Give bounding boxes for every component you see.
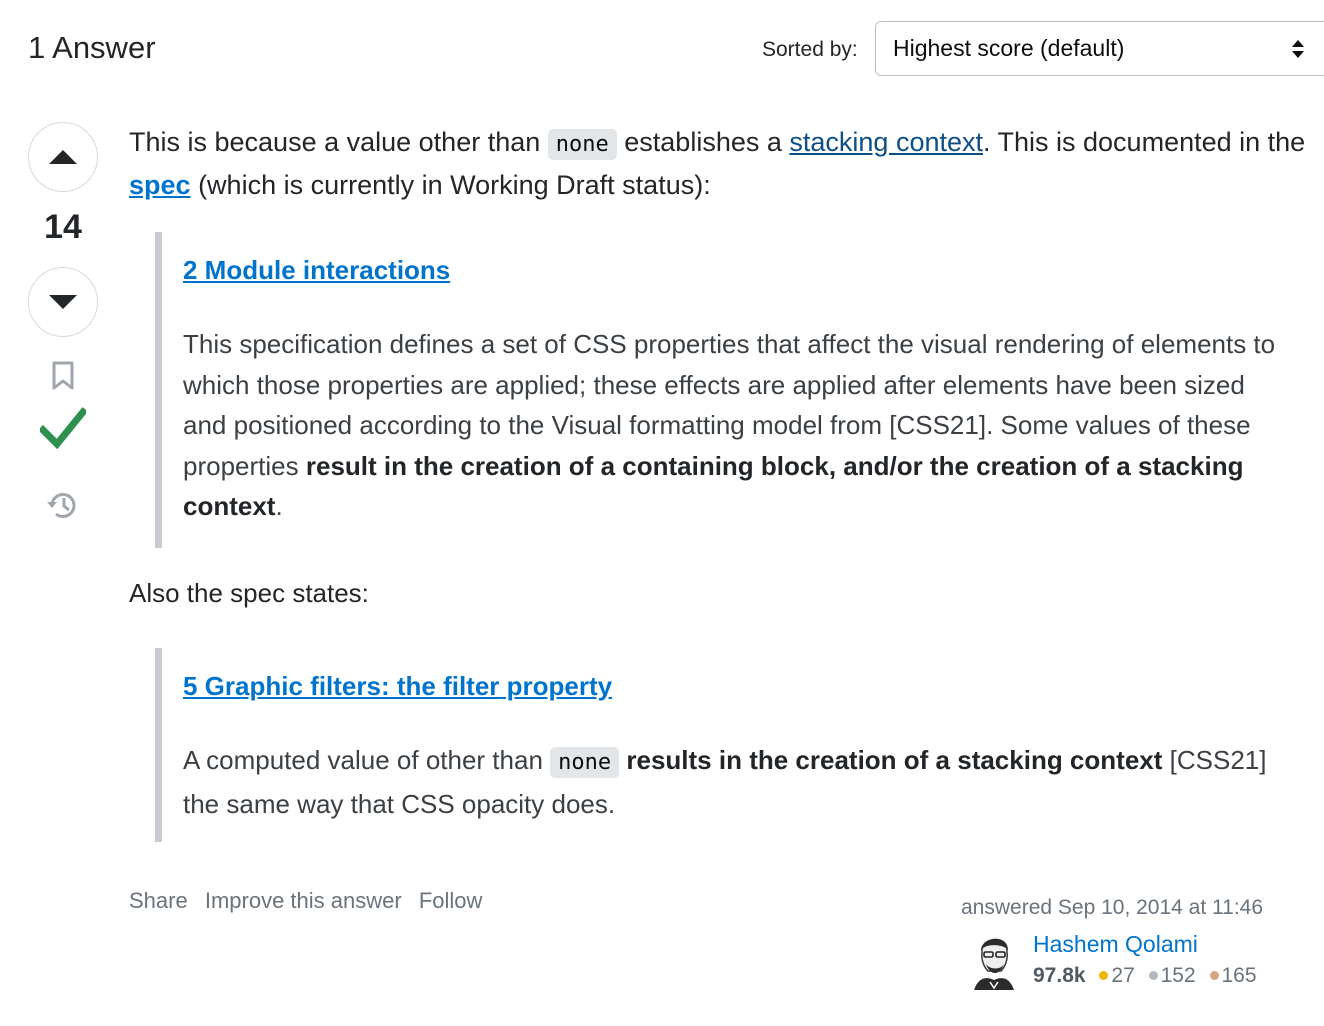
bronze-badge-count: 165 — [1221, 964, 1257, 987]
upvote-button[interactable] — [28, 122, 98, 192]
graphic-filters-link[interactable]: 5 Graphic filters: the filter property — [183, 671, 612, 702]
sort-select[interactable]: Highest score (default) — [875, 21, 1324, 76]
user-reputation: 97.8k 27 152 165 — [1033, 964, 1257, 988]
downvote-button[interactable] — [28, 267, 98, 337]
bookmark-icon[interactable] — [51, 361, 75, 391]
sort-selected-value: Highest score (default) — [893, 35, 1125, 61]
quote-text-2: A computed value of other than none resu… — [183, 745, 1267, 819]
post-actions: Share Improve this answer Follow — [129, 888, 493, 914]
vote-count: 14 — [44, 208, 82, 246]
arrow-up-icon — [49, 150, 77, 164]
user-avatar[interactable] — [968, 930, 1020, 990]
share-link[interactable]: Share — [129, 888, 188, 913]
follow-link[interactable]: Follow — [419, 888, 483, 913]
accepted-check-icon — [40, 407, 86, 450]
stacking-context-link[interactable]: stacking context — [789, 127, 983, 157]
answered-timestamp: answered Sep 10, 2014 at 11:46 — [961, 896, 1264, 919]
inline-code: none — [547, 129, 617, 160]
improve-answer-link[interactable]: Improve this answer — [205, 888, 402, 913]
bronze-badge-icon — [1209, 970, 1219, 980]
inline-code-2: none — [550, 747, 620, 778]
spec-link[interactable]: spec — [129, 170, 191, 200]
history-icon[interactable] — [45, 488, 81, 522]
also-spec-text: Also the spec states: — [129, 578, 369, 608]
sort-label: Sorted by: — [762, 38, 858, 61]
silver-badge-count: 152 — [1160, 964, 1196, 987]
select-arrows-icon — [1292, 40, 1304, 58]
reputation-score: 97.8k — [1033, 964, 1086, 987]
gold-badge-count: 27 — [1111, 964, 1135, 987]
user-name-link[interactable]: Hashem Qolami — [1033, 931, 1198, 958]
arrow-down-icon — [49, 295, 77, 309]
silver-badge-icon — [1148, 970, 1158, 980]
answer-paragraph: This is because a value other than none … — [129, 127, 1306, 200]
answers-count-heading: 1 Answer — [28, 30, 156, 65]
module-interactions-link[interactable]: 2 Module interactions — [183, 255, 450, 286]
blockquote-module-interactions: 2 Module interactions This specification… — [155, 232, 1295, 548]
quote-text: This specification defines a set of CSS … — [183, 329, 1276, 521]
gold-badge-icon — [1099, 970, 1109, 980]
blockquote-graphic-filters: 5 Graphic filters: the filter property A… — [155, 648, 1295, 842]
